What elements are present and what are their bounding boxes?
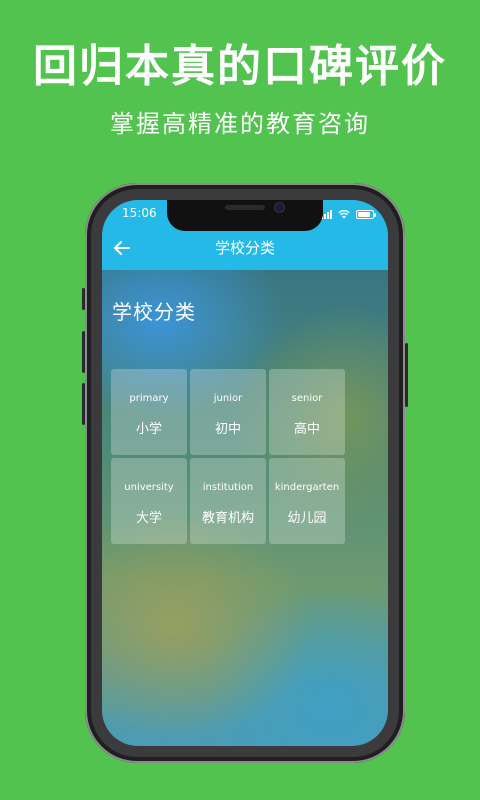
phone-frame: 15:06 学校分类 学校分类 primary 小学 junior 初中 sen… <box>82 183 408 763</box>
wifi-icon <box>338 209 350 219</box>
category-label-en: primary <box>129 393 169 404</box>
category-label-en: junior <box>213 393 243 404</box>
category-label-zh: 初中 <box>214 422 241 437</box>
category-label-zh: 教育机构 <box>201 511 254 526</box>
category-label-zh: 幼儿园 <box>287 511 327 526</box>
page-title: 学校分类 <box>112 300 196 324</box>
power-button <box>405 343 408 407</box>
front-camera <box>275 203 284 212</box>
status-time: 15:06 <box>122 206 157 220</box>
promo-headline: 回归本真的口碑评价 <box>33 41 447 92</box>
nav-title: 学校分类 <box>214 239 275 257</box>
category-tile-junior[interactable]: junior 初中 <box>190 369 266 455</box>
mute-switch <box>82 288 85 310</box>
category-tile-university[interactable]: university 大学 <box>111 458 187 544</box>
category-tile-kindergarten[interactable]: kindergarten 幼儿园 <box>269 458 345 544</box>
battery-icon <box>356 210 376 219</box>
speaker-grille <box>225 205 265 210</box>
phone-notch <box>167 200 323 231</box>
nav-bar: 学校分类 <box>102 226 388 270</box>
volume-down-button <box>82 383 85 425</box>
phone-screen: 15:06 学校分类 学校分类 primary 小学 junior 初中 sen… <box>102 200 388 746</box>
arrow-left-icon[interactable] <box>110 236 134 260</box>
volume-up-button <box>82 331 85 373</box>
promo-subline: 掌握高精准的教育咨询 <box>110 110 370 138</box>
category-label-en: kindergarten <box>274 482 340 493</box>
category-label-en: institution <box>202 482 254 493</box>
status-icons <box>321 207 376 219</box>
category-label-zh: 小学 <box>135 422 162 437</box>
category-tile-senior[interactable]: senior 高中 <box>269 369 345 455</box>
category-label-en: university <box>124 482 174 493</box>
category-tile-institution[interactable]: institution 教育机构 <box>190 458 266 544</box>
category-label-en: senior <box>291 393 323 404</box>
category-label-zh: 高中 <box>293 422 320 437</box>
category-tile-primary[interactable]: primary 小学 <box>111 369 187 455</box>
category-grid: primary 小学 junior 初中 senior 高中 universit… <box>111 369 345 544</box>
category-label-zh: 大学 <box>135 511 162 526</box>
